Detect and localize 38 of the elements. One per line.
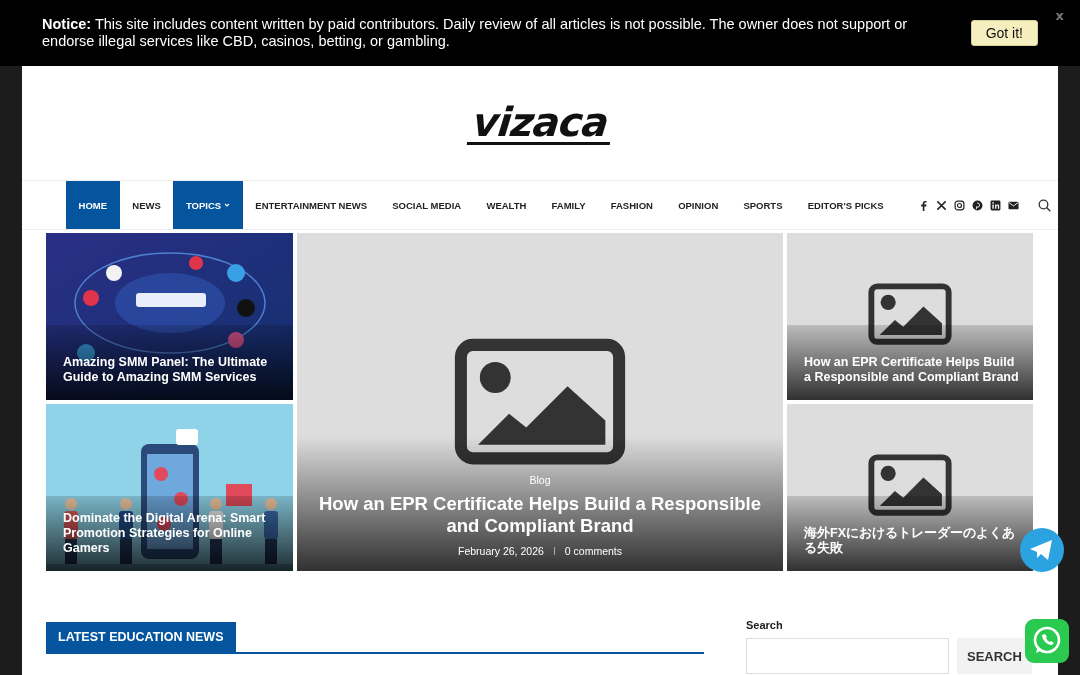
got-it-button[interactable]: Got it! <box>970 20 1038 46</box>
article-card[interactable]: Amazing SMM Panel: The Ultimate Guide to Amazing SMM Services <box>46 233 293 400</box>
nav-item[interactable]: ENTERTAINMENT NEWS <box>242 181 380 229</box>
search-field[interactable] <box>746 638 949 674</box>
post-date: February 26, 2026 <box>458 545 544 557</box>
article-card[interactable]: How an EPR Certificate Helps Build a Responsible and Compliant Brand <box>787 233 1033 400</box>
search-button[interactable]: SEARCH <box>957 638 1032 674</box>
nav-item[interactable]: TOPICS <box>173 181 243 229</box>
nav-item[interactable]: WEALTH <box>473 181 539 229</box>
section-heading: LATEST EDUCATION NEWS <box>46 622 236 652</box>
envelope-icon[interactable] <box>1008 199 1020 211</box>
site-logo[interactable]: vizaca <box>466 101 614 145</box>
nav-item[interactable]: NEWS <box>119 181 174 229</box>
article-card[interactable]: 海外FXにおけるトレーダーのよくある失敗 <box>787 404 1033 571</box>
featured-card[interactable]: Blog How an EPR Certificate Helps Build a Responsible and Compliant Brand February 26, 2026 0 comments <box>297 233 783 571</box>
article-title[interactable]: How an EPR Certificate Helps Build a Responsible and Compliant Brand <box>297 493 783 537</box>
instagram-icon[interactable] <box>954 199 966 211</box>
pinterest-icon[interactable] <box>972 199 984 211</box>
facebook-icon[interactable] <box>918 199 930 211</box>
nav-item[interactable]: HOME <box>66 181 120 229</box>
nav-item[interactable]: OPINION <box>665 181 731 229</box>
chat-bubble-icon[interactable] <box>1025 619 1069 663</box>
nav-item[interactable]: SOCIAL MEDIA <box>379 181 474 229</box>
image-placeholder-icon <box>868 454 952 517</box>
close-button[interactable]: x <box>1055 8 1064 23</box>
nav-item[interactable]: EDITOR'S PICKS <box>795 181 897 229</box>
search-icon[interactable] <box>1038 198 1052 212</box>
notice-text: Notice: This site includes content written by paid contributors. Daily review of all articles is not possible. The owner does not support or endorse illegal services like CBD, casinos, betting, or gambling. <box>42 16 909 50</box>
linkedin-icon[interactable] <box>990 199 1002 211</box>
image-placeholder-icon <box>868 283 952 346</box>
paper-plane-icon[interactable] <box>1020 528 1064 572</box>
comment-count[interactable]: 0 comments <box>564 545 622 557</box>
nav-item[interactable]: FASHION <box>598 181 666 229</box>
search-label: Search <box>746 619 783 631</box>
image-placeholder-icon <box>454 338 626 466</box>
nav-item[interactable]: SPORTS <box>730 181 796 229</box>
x-icon[interactable] <box>936 199 948 211</box>
nav-item[interactable]: FAMILY <box>538 181 599 229</box>
